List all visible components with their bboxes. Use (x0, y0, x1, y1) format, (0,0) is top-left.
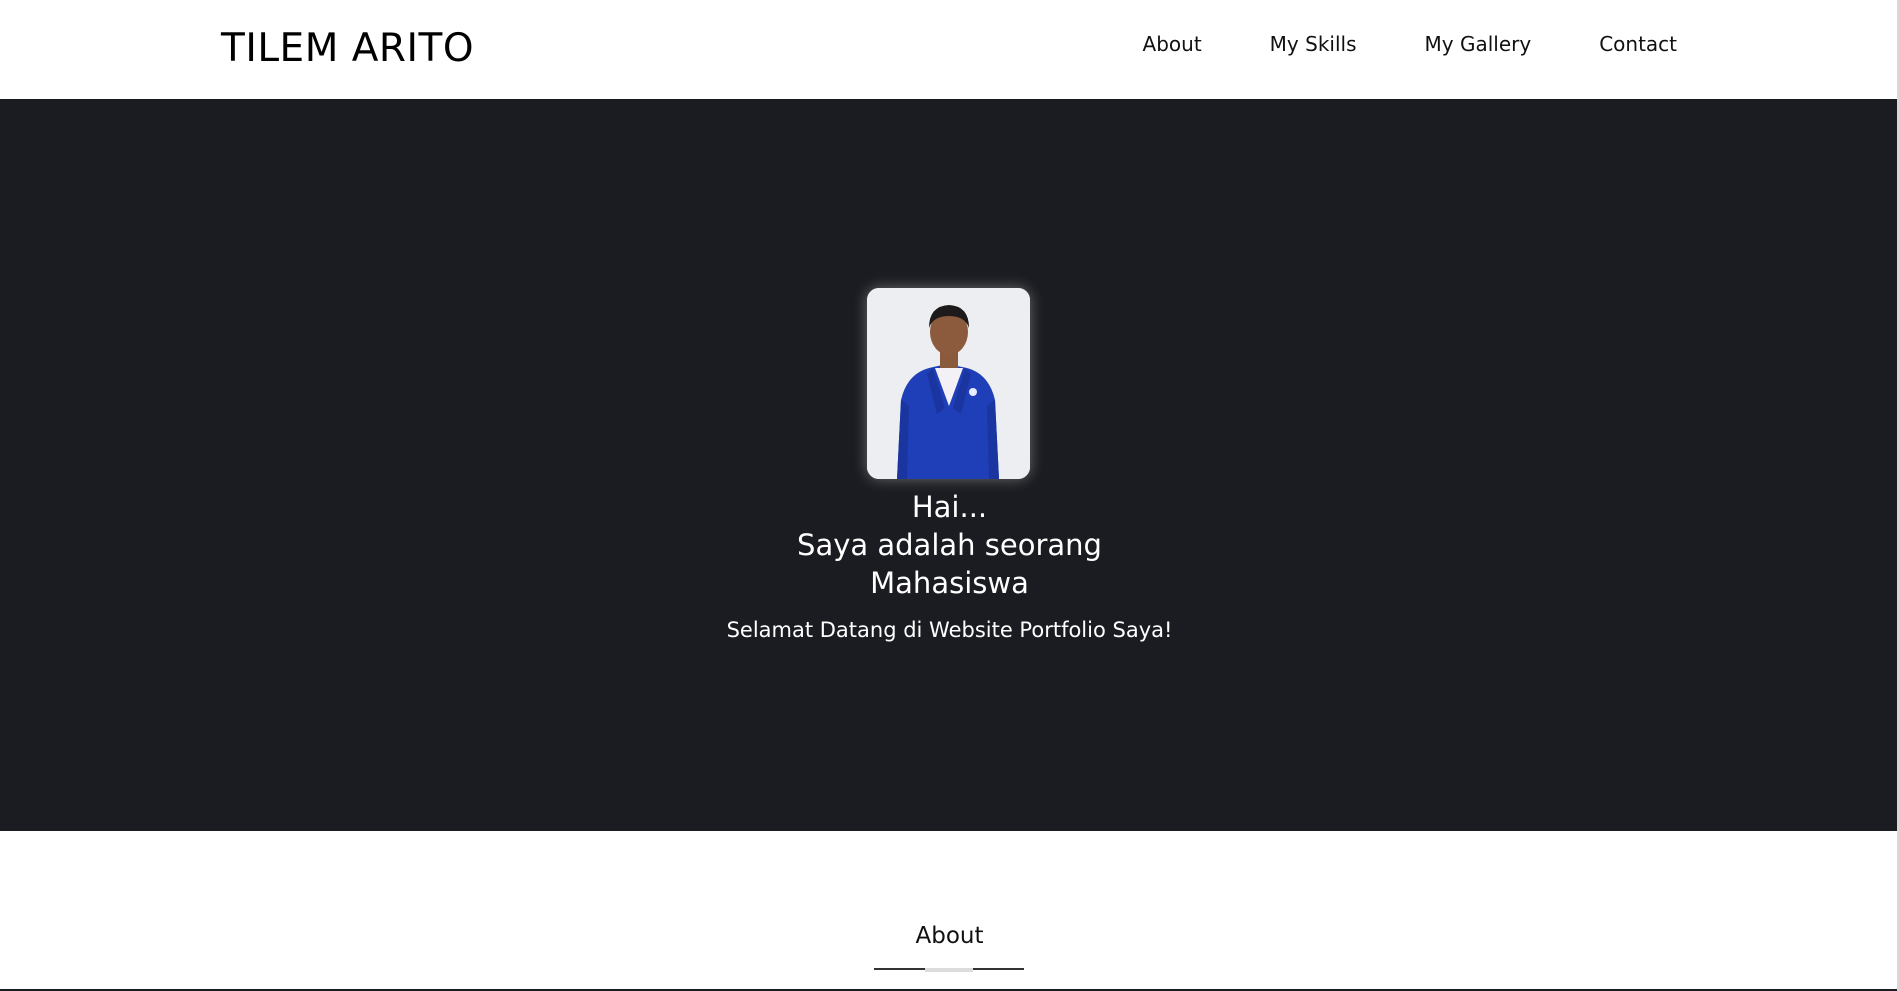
hero-section: Hai... Saya adalah seorang Mahasiswa Sel… (0, 100, 1899, 831)
nav-link-my-gallery[interactable]: My Gallery (1425, 29, 1532, 59)
nav-link-about[interactable]: About (1143, 29, 1202, 59)
hero-greeting-block: Hai... Saya adalah seorang Mahasiswa (0, 488, 1899, 602)
brand-logo-text[interactable]: TILEM ARITO (221, 26, 474, 72)
about-section: About (0, 831, 1899, 989)
hero-subtitle-block: Selamat Datang di Website Portfolio Saya… (0, 615, 1899, 645)
nav-link-my-skills[interactable]: My Skills (1270, 29, 1357, 59)
profile-photo (867, 288, 1030, 479)
nav-link-contact[interactable]: Contact (1599, 29, 1677, 59)
about-divider-accent (925, 968, 973, 972)
hero-greeting: Hai... (911, 490, 988, 524)
portfolio-page: TILEM ARITO About My Skills My Gallery C… (0, 0, 1899, 991)
hero-subtitle: Selamat Datang di Website Portfolio Saya… (726, 618, 1173, 642)
nav-links: About My Skills My Gallery Contact (1143, 29, 1677, 59)
hero-role: Mahasiswa (870, 566, 1029, 600)
hero-intro-line: Saya adalah seorang (797, 528, 1102, 562)
navbar: TILEM ARITO About My Skills My Gallery C… (0, 0, 1899, 100)
about-heading: About (915, 923, 984, 949)
profile-photo-illustration (867, 288, 1030, 479)
